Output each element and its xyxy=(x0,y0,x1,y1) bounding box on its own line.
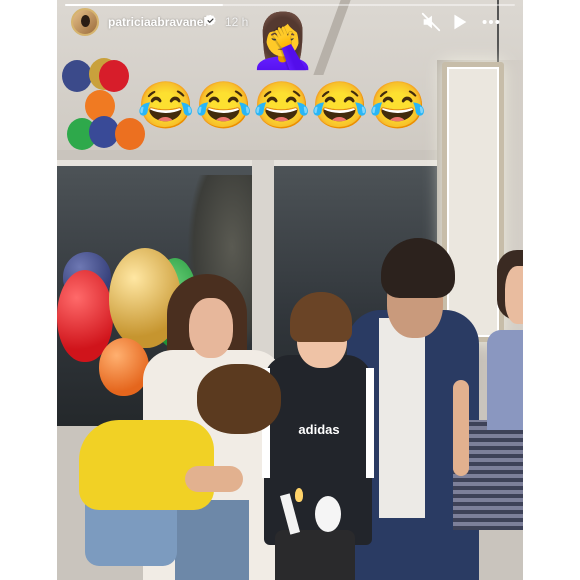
girl-top xyxy=(487,330,523,430)
avatar[interactable] xyxy=(71,8,99,36)
shirt-stripe xyxy=(366,368,374,478)
mute-icon[interactable] xyxy=(420,11,442,33)
child-hair xyxy=(290,292,352,342)
balloon xyxy=(99,338,149,396)
small-balloon xyxy=(99,60,129,92)
shirt-logo-text: adidas xyxy=(298,422,340,437)
laughing-emoji-sticker[interactable]: 😂 xyxy=(195,82,252,128)
cake-topper xyxy=(315,496,341,532)
more-icon[interactable] xyxy=(480,11,502,33)
play-icon[interactable] xyxy=(448,11,470,33)
story-viewer[interactable]: adidas 🤦‍♀️ 😂 😂 😂 😂 😂 patriciaabravanel … xyxy=(57,0,523,580)
laughing-emoji-sticker[interactable]: 😂 xyxy=(311,82,368,128)
woman-face xyxy=(189,298,233,358)
laughing-emoji-sticker[interactable]: 😂 xyxy=(253,82,310,128)
girl-arm xyxy=(453,380,469,476)
boy-yellow-shirt xyxy=(79,420,214,510)
small-balloon xyxy=(62,60,92,92)
boy-curly-hair xyxy=(197,364,281,434)
post-timestamp: 12 h xyxy=(225,15,249,29)
story-header: patriciaabravanel 12 h xyxy=(57,6,523,38)
pendant-lamp xyxy=(442,62,504,342)
boy-arm xyxy=(185,466,243,492)
laughing-emoji-sticker[interactable]: 😂 xyxy=(369,82,426,128)
man-shirt xyxy=(379,318,425,518)
verified-badge-icon xyxy=(204,14,216,26)
candle-flame xyxy=(295,488,303,502)
girl-face xyxy=(505,266,523,324)
birthday-cake xyxy=(275,530,355,580)
laughing-emoji-sticker[interactable]: 😂 xyxy=(137,82,194,128)
woman-jeans xyxy=(175,500,249,580)
username-link[interactable]: patriciaabravanel xyxy=(108,15,207,29)
